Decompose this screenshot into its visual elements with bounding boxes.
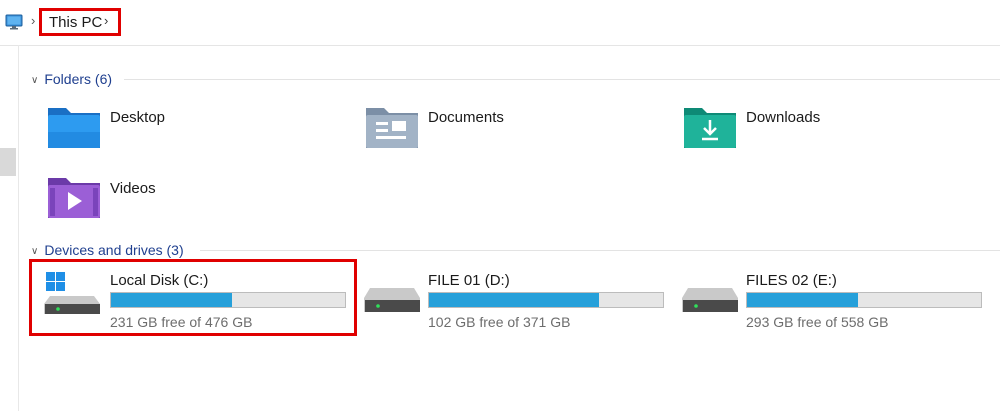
folder-downloads-label[interactable]: Downloads: [746, 109, 820, 126]
drive-e[interactable]: [682, 270, 740, 323]
folder-desktop-label[interactable]: Desktop: [110, 109, 165, 126]
group-divider: [200, 250, 1000, 251]
drives-group-title: Devices and drives (3): [44, 242, 184, 258]
videos-folder-icon: [48, 178, 100, 218]
chevron-down-icon[interactable]: ∨: [31, 246, 38, 257]
drive-e-label[interactable]: FILES 02 (E:): [746, 272, 837, 289]
folder-desktop[interactable]: [46, 104, 102, 155]
drive-d-usage-bar: [428, 292, 664, 308]
folder-videos[interactable]: [46, 174, 102, 225]
address-bar: › This PC ›: [0, 0, 1000, 46]
drive-d[interactable]: [364, 270, 422, 323]
folder-documents-label[interactable]: Documents: [428, 109, 504, 126]
hard-drive-icon: [682, 288, 738, 312]
breadcrumb-separator-icon[interactable]: ›: [31, 13, 35, 28]
drive-d-usage-fill: [429, 293, 599, 307]
documents-folder-icon: [366, 108, 418, 148]
navigation-pane-edge: [18, 45, 19, 411]
drive-e-free-space: 293 GB free of 558 GB: [746, 314, 889, 330]
breadcrumb-this-pc[interactable]: This PC: [49, 14, 102, 31]
drive-c-highlight-box: [29, 259, 357, 336]
folder-videos-label[interactable]: Videos: [110, 180, 156, 197]
chevron-right-icon[interactable]: ›: [104, 13, 108, 28]
chevron-down-icon[interactable]: ∨: [31, 75, 38, 86]
hard-drive-icon: [364, 288, 420, 312]
desktop-folder-icon: [48, 108, 100, 148]
drive-e-usage-fill: [747, 293, 859, 307]
folders-group-title: Folders (6): [44, 71, 113, 87]
drive-d-free-space: 102 GB free of 371 GB: [428, 314, 571, 330]
drive-e-usage-bar: [746, 292, 982, 308]
folder-downloads[interactable]: [682, 104, 738, 155]
folders-group-header[interactable]: ∨ Folders (6): [31, 71, 112, 87]
downloads-folder-icon: [684, 108, 736, 148]
group-divider: [124, 79, 1000, 80]
drives-group-header[interactable]: ∨ Devices and drives (3): [31, 242, 184, 258]
folder-documents[interactable]: [364, 104, 420, 155]
this-pc-icon[interactable]: [5, 13, 23, 31]
drive-d-label[interactable]: FILE 01 (D:): [428, 272, 510, 289]
navigation-pane-scroll-thumb[interactable]: [0, 148, 16, 176]
